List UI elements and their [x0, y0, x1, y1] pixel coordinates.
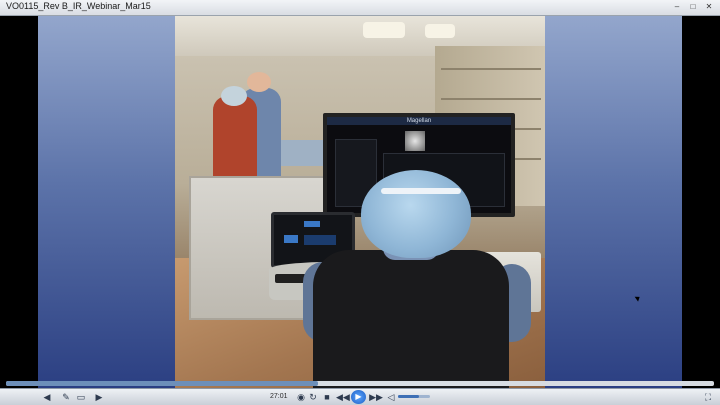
minimize-icon[interactable]: – — [670, 2, 684, 12]
operator-body — [313, 250, 509, 388]
seek-progress — [6, 381, 318, 386]
window-titlebar: VO0115_Rev B_IR_Webinar_Mar15 – □ ✕ — [0, 0, 720, 16]
slide-background: Magellan — [38, 16, 682, 388]
player-control-bar: ◀ ✎ ▭ ▶ 27:01 ◉ ↻ ■ ◀◀ ▶ ▶▶ ◁ ⛶ — [0, 388, 720, 405]
rewind-icon[interactable]: ◀◀ — [336, 391, 350, 403]
chapter-icon[interactable]: ◉ — [296, 391, 306, 403]
tablet-button — [284, 235, 298, 243]
repeat-icon[interactable]: ↻ — [308, 391, 318, 403]
stop-icon[interactable]: ■ — [322, 391, 332, 403]
elapsed-time: 27:01 — [270, 393, 288, 400]
seek-bar[interactable] — [6, 381, 714, 386]
display-icon[interactable]: ▭ — [74, 391, 88, 403]
staff-head — [247, 72, 271, 92]
shelf — [441, 68, 541, 70]
surgical-cap-tie — [381, 188, 461, 194]
staff-head — [221, 86, 247, 106]
window-controls: – □ ✕ — [670, 2, 716, 12]
tablet-button — [304, 221, 320, 227]
shelf — [441, 98, 541, 100]
fullscreen-icon[interactable]: ⛶ — [702, 391, 714, 403]
back-arrow-icon[interactable]: ◀ — [40, 391, 54, 403]
window-title: VO0115_Rev B_IR_Webinar_Mar15 — [6, 1, 151, 11]
close-icon[interactable]: ✕ — [702, 2, 716, 12]
fast-forward-icon[interactable]: ▶▶ — [369, 391, 383, 403]
volume-slider[interactable] — [398, 395, 430, 398]
fluoro-image — [405, 131, 425, 151]
play-icon[interactable]: ▶ — [351, 390, 366, 404]
volume-level — [398, 395, 419, 398]
maximize-icon[interactable]: □ — [686, 2, 700, 12]
ceiling-light — [425, 24, 455, 38]
monitor-title: Magellan — [406, 118, 432, 124]
forward-arrow-icon[interactable]: ▶ — [92, 391, 106, 403]
cath-lab-photo: Magellan — [175, 16, 545, 388]
tablet-button — [304, 235, 336, 245]
pen-icon[interactable]: ✎ — [60, 391, 72, 403]
ceiling-light — [363, 22, 405, 38]
video-viewport[interactable]: Magellan — [0, 16, 720, 388]
operator-surgical-cap — [361, 170, 471, 258]
volume-icon[interactable]: ◁ — [386, 391, 396, 403]
